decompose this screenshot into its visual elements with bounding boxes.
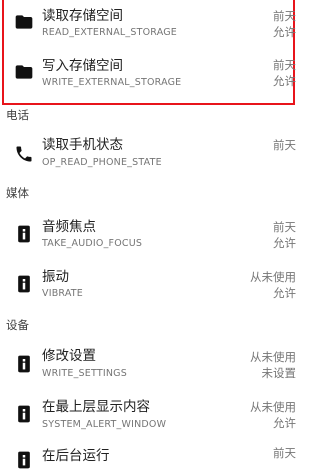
permission-row-read-phone-state[interactable]: 读取手机状态 OP_READ_PHONE_STATE 前天 bbox=[0, 130, 298, 178]
permission-row-run-in-background[interactable]: 在后台运行 前天 bbox=[0, 442, 298, 474]
info-icon bbox=[14, 274, 34, 294]
permission-title: 在后台运行 bbox=[42, 448, 110, 464]
permission-id: VIBRATE bbox=[42, 288, 84, 299]
section-header-media: 媒体 bbox=[6, 186, 29, 200]
last-used: 前天 bbox=[273, 220, 296, 234]
section-header-device: 设备 bbox=[6, 318, 29, 332]
last-used: 前天 bbox=[273, 58, 296, 72]
info-icon bbox=[14, 450, 34, 470]
last-used: 从未使用 bbox=[250, 270, 296, 284]
permission-title: 修改设置 bbox=[42, 348, 96, 364]
permission-title: 在最上层显示内容 bbox=[42, 399, 150, 415]
permission-status: 允许 bbox=[273, 236, 296, 250]
folder-icon bbox=[14, 62, 34, 82]
permission-id: WRITE_SETTINGS bbox=[42, 368, 127, 379]
permission-row-vibrate[interactable]: 振动 VIBRATE 从未使用 允许 bbox=[0, 262, 298, 312]
permission-row-system-alert-window[interactable]: 在最上层显示内容 SYSTEM_ALERT_WINDOW 从未使用 允许 bbox=[0, 392, 298, 442]
permission-id: WRITE_EXTERNAL_STORAGE bbox=[42, 77, 182, 88]
permission-title: 读取手机状态 bbox=[42, 137, 123, 153]
permission-id: READ_EXTERNAL_STORAGE bbox=[42, 27, 177, 38]
permission-status: 允许 bbox=[273, 286, 296, 300]
permission-row-write-storage[interactable]: 写入存储空间 WRITE_EXTERNAL_STORAGE 前天 允许 bbox=[0, 50, 298, 100]
permission-row-write-settings[interactable]: 修改设置 WRITE_SETTINGS 从未使用 未设置 bbox=[0, 342, 298, 392]
permission-row-read-storage[interactable]: 读取存储空间 READ_EXTERNAL_STORAGE 前天 允许 bbox=[0, 0, 298, 50]
section-header-phone: 电话 bbox=[6, 108, 29, 122]
permission-title: 音频焦点 bbox=[42, 219, 96, 235]
last-used: 前天 bbox=[273, 446, 296, 460]
last-used: 从未使用 bbox=[250, 350, 296, 364]
last-used: 前天 bbox=[273, 9, 296, 23]
info-icon bbox=[14, 404, 34, 424]
permission-id: SYSTEM_ALERT_WINDOW bbox=[42, 419, 167, 430]
phone-icon bbox=[14, 144, 34, 164]
permission-id: TAKE_AUDIO_FOCUS bbox=[42, 238, 143, 249]
permission-row-audio-focus[interactable]: 音频焦点 TAKE_AUDIO_FOCUS 前天 允许 bbox=[0, 212, 298, 262]
permission-title: 写入存储空间 bbox=[42, 58, 123, 74]
info-icon bbox=[14, 354, 34, 374]
permission-title: 振动 bbox=[42, 269, 69, 285]
permission-status: 允许 bbox=[273, 74, 296, 88]
last-used: 从未使用 bbox=[250, 400, 296, 414]
last-used: 前天 bbox=[273, 138, 296, 152]
permission-status: 未设置 bbox=[261, 366, 297, 380]
permission-title: 读取存储空间 bbox=[42, 8, 123, 24]
info-icon bbox=[14, 224, 34, 244]
permission-status: 允许 bbox=[273, 25, 296, 39]
permission-id: OP_READ_PHONE_STATE bbox=[42, 157, 162, 168]
folder-icon bbox=[14, 12, 34, 32]
permission-status: 允许 bbox=[273, 416, 296, 430]
